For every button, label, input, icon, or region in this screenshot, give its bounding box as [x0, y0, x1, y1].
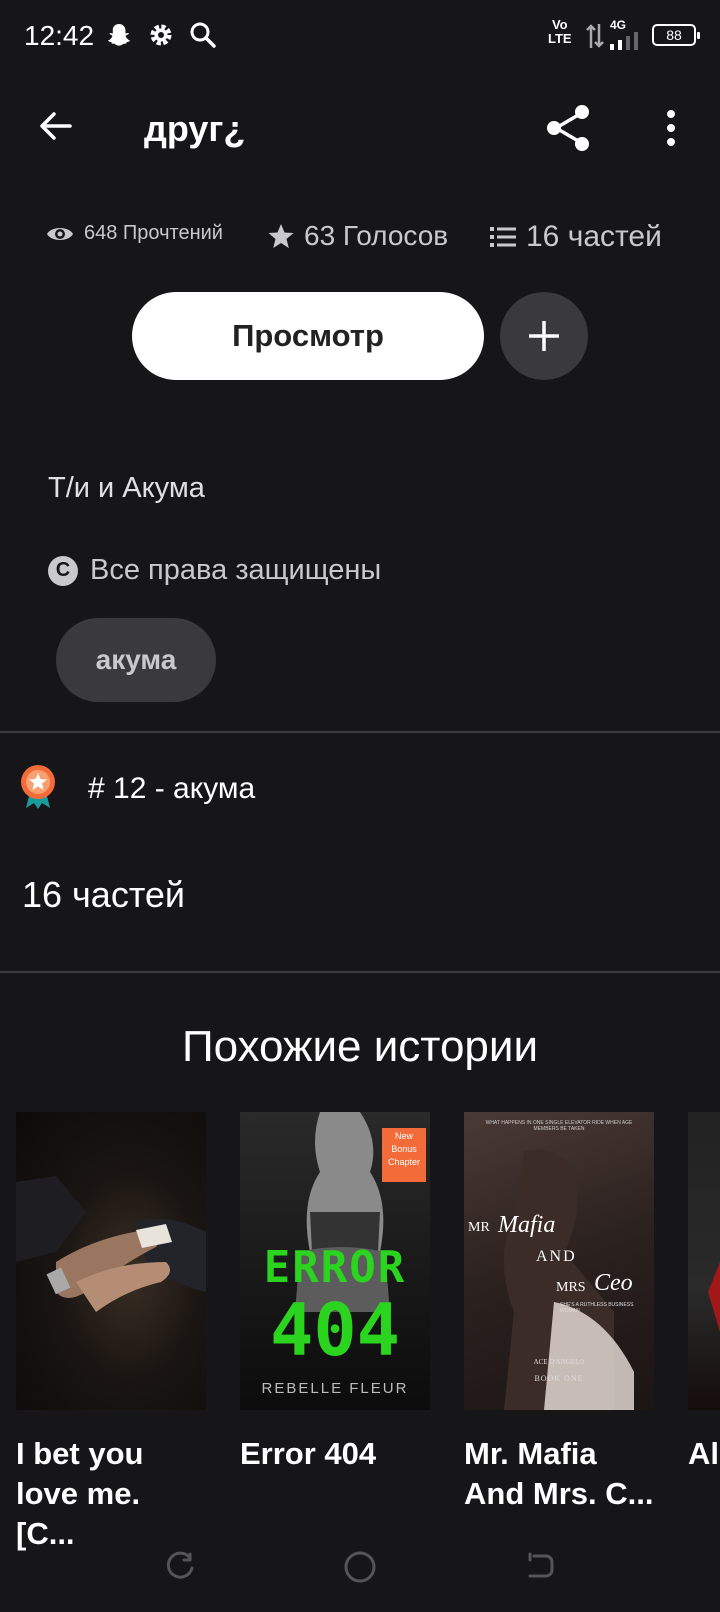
story-card-title[interactable]: Error 404 — [240, 1434, 430, 1474]
story-card-title[interactable]: Al — [688, 1434, 720, 1474]
snapchat-icon — [104, 20, 134, 50]
eye-icon — [47, 227, 73, 240]
story-card-title[interactable]: Mr. Mafia And Mrs. C... — [464, 1434, 654, 1514]
story-title: друг¿ — [144, 108, 246, 149]
tag-chip[interactable]: акума — [56, 618, 216, 702]
data-transfer-icon — [584, 22, 606, 55]
story-cover[interactable] — [16, 1112, 206, 1410]
cover-text-404: 404 — [269, 1288, 401, 1372]
cover-mr: MR — [468, 1220, 490, 1235]
home-button-icon[interactable] — [343, 1550, 377, 1589]
cover-author: ACE D'ANGELO — [533, 1358, 585, 1366]
more-options-icon[interactable] — [656, 104, 686, 152]
status-bar: 12:42 Vo LTE 4G 88 — [0, 0, 720, 72]
story-card-title[interactable]: I bet you love me. [C... — [16, 1434, 206, 1554]
volte-indicator: Vo LTE — [548, 17, 572, 46]
cover-book-number: BOOK ONE — [534, 1374, 584, 1383]
read-button[interactable]: Просмотр — [132, 292, 484, 380]
cover-tagline: WHAT HAPPENS IN ONE SINGLE ELEVATOR RIDE… — [485, 1120, 633, 1132]
reads-stat: 648 Прочтений — [46, 222, 223, 245]
story-cover[interactable]: WHAT HAPPENS IN ONE SINGLE ELEVATOR RIDE… — [464, 1112, 654, 1410]
reads-count: 648 Прочтений — [84, 222, 223, 244]
cover-and: AND — [536, 1248, 577, 1265]
divider — [0, 731, 720, 733]
similar-stories-heading: Похожие истории — [181, 1022, 539, 1071]
settings-gear-icon — [146, 20, 176, 50]
copyright-text: Все права защищены — [90, 554, 382, 586]
back-nav-icon[interactable] — [524, 1550, 556, 1587]
story-card[interactable]: I bet you love me. [C... — [16, 1112, 206, 1554]
ranking-text[interactable]: # 12 - акума — [88, 772, 255, 806]
hands-cover-art — [16, 1176, 206, 1312]
recent-apps-icon[interactable] — [164, 1550, 196, 1587]
plus-icon — [529, 321, 559, 351]
bonus-chapter-badge: New Bonus Chapter — [382, 1128, 426, 1182]
cover-mafia: Mafia — [498, 1212, 556, 1238]
status-time: 12:42 — [24, 20, 95, 51]
votes-stat: 63 Голосов — [268, 220, 448, 252]
parts-count: 16 частей — [526, 220, 662, 253]
story-cover[interactable] — [688, 1112, 720, 1410]
story-description: Т/и и Акума — [48, 472, 205, 504]
share-icon[interactable] — [542, 102, 594, 154]
story-card[interactable]: WHAT HAPPENS IN ONE SINGLE ELEVATOR RIDE… — [464, 1112, 654, 1514]
cover-sub: SHE'S A RUTHLESS BUSINESS WOMAN — [560, 1302, 634, 1314]
cover-author: REBELLE FLEUR — [261, 1380, 409, 1397]
ranking-medal-icon — [20, 764, 56, 810]
parts-stat: 16 частей — [490, 220, 662, 254]
parts-list-label[interactable]: 16 частей — [22, 874, 185, 916]
votes-count: 63 Голосов — [304, 220, 449, 251]
cover-mrs: MRS — [556, 1280, 586, 1295]
divider — [0, 971, 720, 973]
story-card[interactable]: New Bonus Chapter ERROR 404 REBELLE FLEU… — [240, 1112, 430, 1474]
search-icon — [188, 20, 218, 50]
back-arrow-icon[interactable] — [36, 106, 76, 146]
list-icon — [490, 227, 516, 247]
star-icon — [268, 224, 294, 248]
add-to-library-button[interactable] — [500, 292, 588, 380]
copyright-row: C Все права защищены — [48, 554, 381, 587]
copyright-icon: C — [48, 555, 78, 586]
partial-cover-art — [708, 1262, 720, 1332]
cover-ceo: Ceo — [594, 1270, 633, 1296]
signal-icon — [608, 30, 642, 55]
story-card[interactable]: Al — [688, 1112, 720, 1474]
story-cover[interactable]: New Bonus Chapter ERROR 404 REBELLE FLEU… — [240, 1112, 430, 1410]
cover-text-error: ERROR — [263, 1242, 407, 1293]
battery-indicator: 88 — [652, 24, 700, 46]
